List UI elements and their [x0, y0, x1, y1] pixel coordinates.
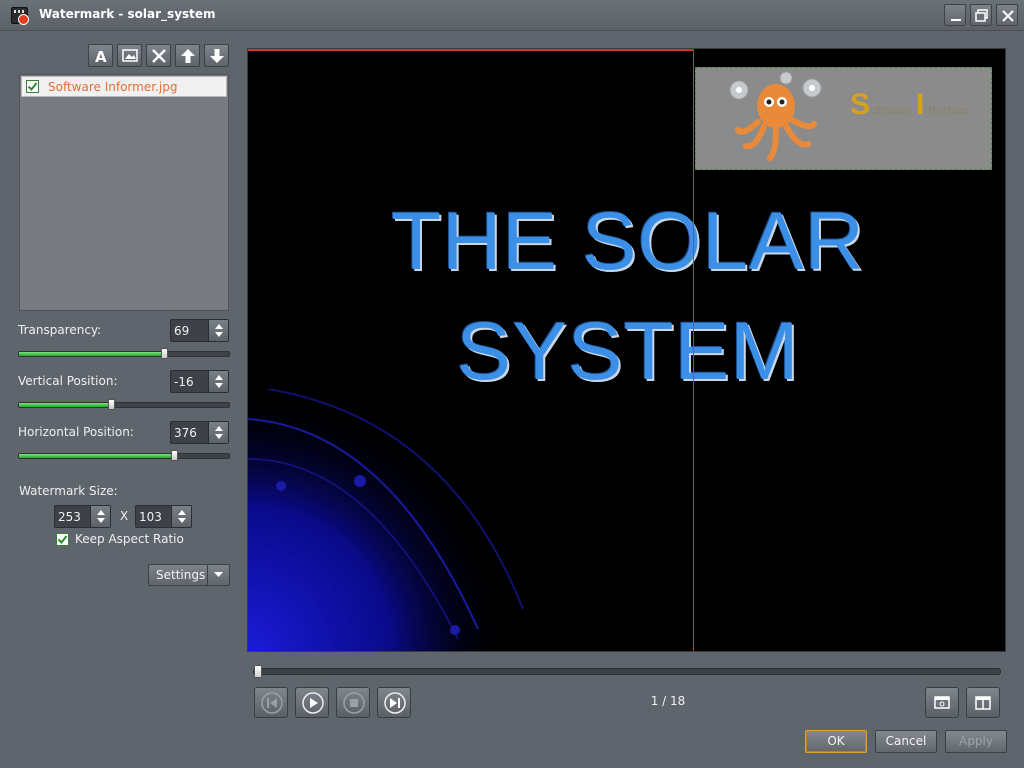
- keep-aspect-label[interactable]: Keep Aspect Ratio: [75, 532, 184, 546]
- vertical-position-stepper[interactable]: [208, 371, 228, 392]
- ok-button[interactable]: OK: [805, 730, 867, 753]
- stop-icon: [343, 692, 365, 714]
- width-stepper[interactable]: [90, 506, 110, 527]
- horizontal-position-spinbox[interactable]: 376: [170, 421, 229, 444]
- restore-icon: [975, 9, 988, 22]
- previous-button[interactable]: [254, 687, 288, 718]
- add-text-button[interactable]: A: [88, 44, 113, 67]
- horizontal-position-slider[interactable]: [18, 450, 230, 461]
- checkmark-icon: [27, 82, 38, 92]
- next-button[interactable]: [377, 687, 411, 718]
- close-icon: [1002, 10, 1014, 22]
- title-bar: Watermark - solar_system: [0, 0, 1024, 31]
- move-up-button[interactable]: [175, 44, 200, 67]
- up-down-arrows-icon: [215, 375, 223, 388]
- app-icon: [11, 7, 29, 25]
- slide-title-line1: THE SOLAR: [391, 196, 865, 287]
- stop-button[interactable]: [336, 687, 370, 718]
- preview-canvas[interactable]: Software Informer THE SOLAR SYSTEM: [247, 48, 1006, 652]
- apply-button[interactable]: Apply: [945, 730, 1007, 753]
- split-view-icon: [975, 696, 991, 710]
- preview-icon: [934, 696, 950, 709]
- up-down-arrows-icon: [178, 510, 186, 523]
- svg-text:A: A: [95, 48, 107, 64]
- settings-label: Settings: [156, 568, 206, 582]
- width-value[interactable]: 253: [58, 510, 81, 524]
- up-down-arrows-icon: [215, 324, 223, 337]
- watermark-size-label: Watermark Size:: [19, 484, 118, 498]
- watermark-overlay[interactable]: Software Informer: [695, 67, 992, 170]
- arrow-down-icon: [210, 49, 224, 63]
- up-down-arrows-icon: [97, 510, 105, 523]
- watermark-text: Software Informer: [850, 88, 970, 122]
- height-value[interactable]: 103: [139, 510, 162, 524]
- keep-aspect-checkbox[interactable]: [56, 533, 69, 546]
- watermark-text-oftware: oftware: [870, 103, 917, 117]
- page-indicator: 1 / 18: [650, 694, 686, 708]
- transparency-spinbox[interactable]: 69: [170, 319, 229, 342]
- transparency-slider[interactable]: [18, 348, 230, 359]
- minimize-button[interactable]: [944, 4, 966, 26]
- play-icon: [302, 692, 324, 714]
- delete-icon: [152, 49, 166, 63]
- transparency-slider-thumb[interactable]: [161, 348, 168, 359]
- horizontal-position-stepper[interactable]: [208, 422, 228, 443]
- minimize-icon: [951, 19, 961, 21]
- octopus-logo-icon: [729, 71, 822, 161]
- horizontal-position-slider-fill: [19, 454, 174, 458]
- maximize-button[interactable]: [970, 4, 992, 26]
- slide-title-line2: SYSTEM: [456, 306, 800, 397]
- split-view-button[interactable]: [966, 687, 1000, 718]
- settings-button[interactable]: Settings: [148, 564, 230, 586]
- delete-button[interactable]: [146, 44, 171, 67]
- settings-dropdown[interactable]: [207, 565, 229, 585]
- watermark-text-s: S: [850, 88, 871, 121]
- height-stepper[interactable]: [171, 506, 191, 527]
- vertical-position-slider-fill: [19, 403, 111, 407]
- arrow-up-icon: [181, 49, 195, 63]
- height-spinbox[interactable]: 103: [135, 505, 192, 528]
- chevron-down-icon: [214, 572, 223, 577]
- cancel-button[interactable]: Cancel: [875, 730, 937, 753]
- vertical-position-spinbox[interactable]: -16: [170, 370, 229, 393]
- horizontal-position-value[interactable]: 376: [174, 426, 197, 440]
- seek-thumb[interactable]: [254, 665, 262, 678]
- close-button[interactable]: [996, 4, 1018, 26]
- slide-title: THE SOLAR SYSTEM: [308, 187, 948, 407]
- watermark-text-nformer: nformer: [924, 103, 970, 117]
- up-down-arrows-icon: [215, 426, 223, 439]
- text-icon: A: [95, 48, 107, 64]
- vertical-position-value[interactable]: -16: [174, 375, 194, 389]
- selection-guide-top: [248, 49, 694, 51]
- move-down-button[interactable]: [204, 44, 229, 67]
- item-checkbox[interactable]: [26, 80, 39, 93]
- selection-guide-vertical: [693, 49, 694, 651]
- transparency-stepper[interactable]: [208, 320, 228, 341]
- watermark-top-band: [695, 51, 992, 67]
- window-title: Watermark - solar_system: [39, 7, 216, 21]
- list-item[interactable]: Software Informer.jpg: [21, 76, 227, 97]
- horizontal-position-slider-thumb[interactable]: [171, 450, 178, 461]
- skip-forward-icon: [384, 692, 406, 714]
- size-separator: X: [120, 509, 129, 523]
- transparency-label: Transparency:: [18, 323, 102, 337]
- vertical-position-slider-thumb[interactable]: [108, 399, 115, 410]
- width-spinbox[interactable]: 253: [54, 505, 111, 528]
- play-button[interactable]: [295, 687, 329, 718]
- seek-bar[interactable]: [253, 665, 1001, 678]
- transparency-value[interactable]: 69: [174, 324, 189, 338]
- watermark-list[interactable]: Software Informer.jpg: [19, 74, 229, 311]
- checkmark-icon: [57, 535, 68, 545]
- horizontal-position-label: Horizontal Position:: [18, 425, 134, 439]
- vertical-position-label: Vertical Position:: [18, 374, 118, 388]
- skip-back-icon: [261, 692, 283, 714]
- swirl-graphic: [248, 389, 524, 651]
- preview-mode-button[interactable]: [925, 687, 959, 718]
- transparency-slider-fill: [19, 352, 164, 356]
- image-icon: [122, 49, 138, 62]
- list-item-label: Software Informer.jpg: [48, 80, 178, 94]
- vertical-position-slider[interactable]: [18, 399, 230, 410]
- add-image-button[interactable]: [117, 44, 142, 67]
